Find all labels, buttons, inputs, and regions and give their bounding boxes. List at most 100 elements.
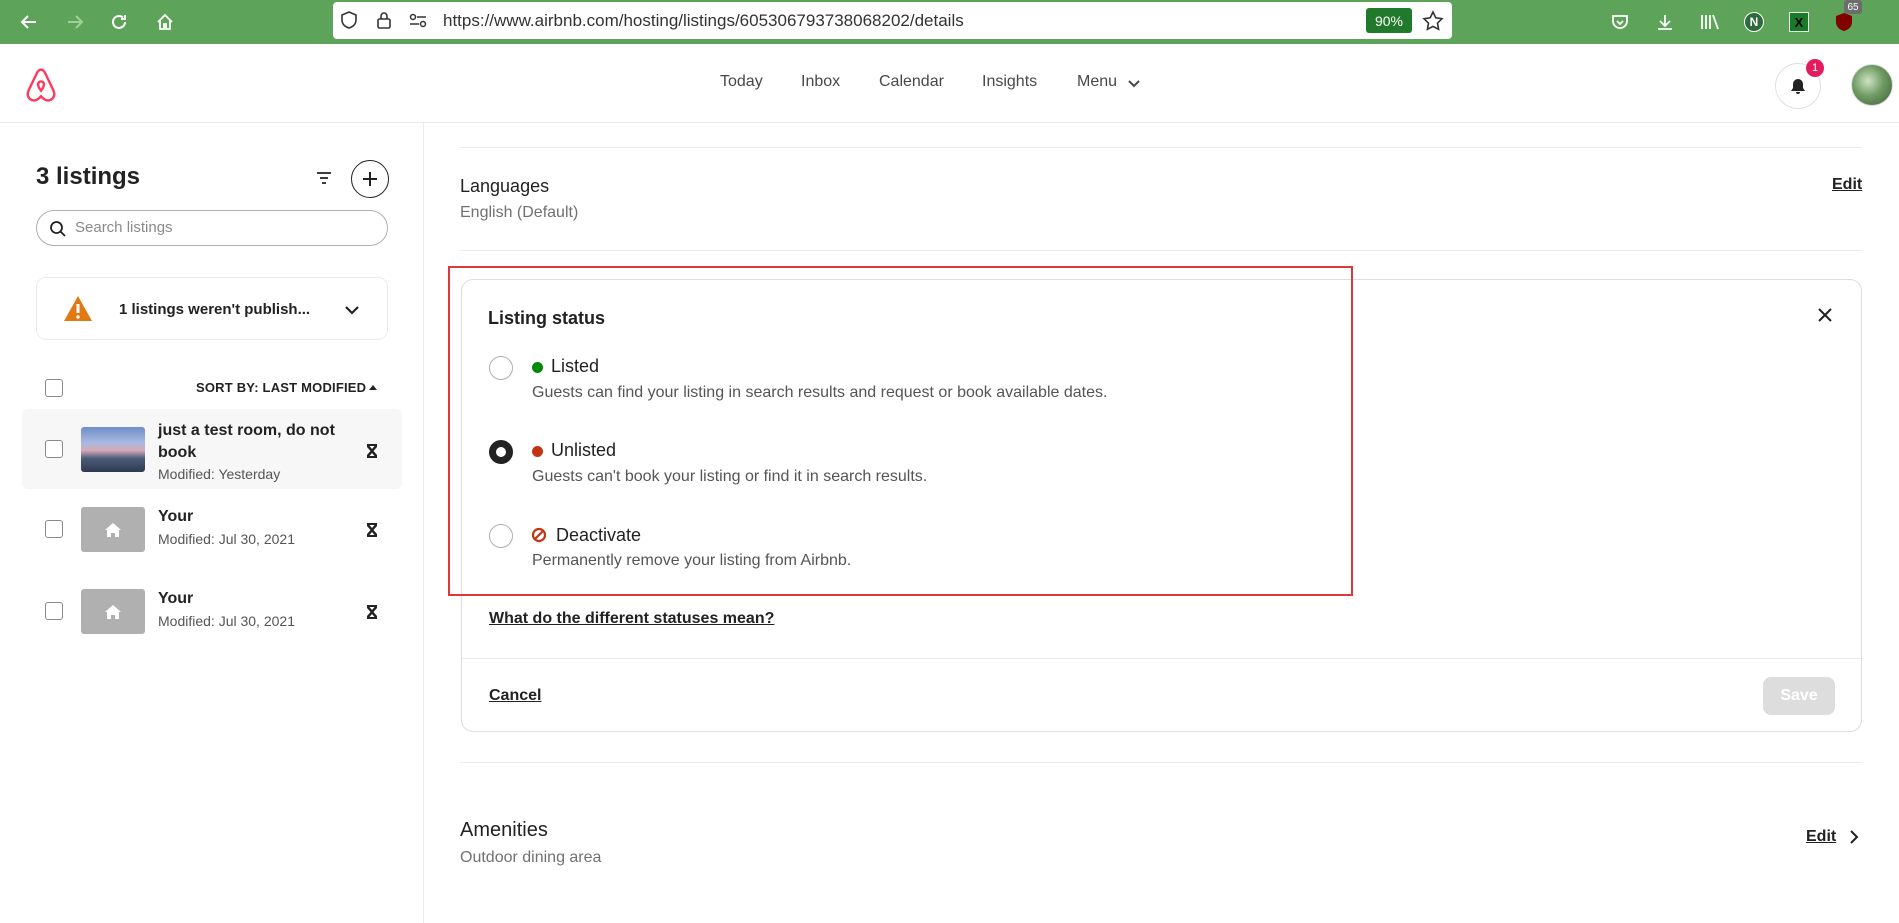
airbnb-logo-icon[interactable]	[22, 66, 60, 104]
downloads-button[interactable]	[1651, 8, 1679, 36]
statuses-help-link[interactable]: What do the different statuses mean?	[489, 610, 774, 628]
section-divider	[460, 762, 1862, 763]
amenities-title: Amenities	[460, 819, 548, 841]
zoom-level-badge[interactable]: 90%	[1366, 8, 1412, 33]
listing-thumbnail	[81, 589, 145, 634]
download-icon	[1658, 15, 1672, 30]
extension-n-button[interactable]: N	[1740, 8, 1768, 36]
add-listing-button[interactable]	[351, 160, 389, 198]
card-footer-divider	[462, 658, 1861, 659]
radio-listed[interactable]	[489, 356, 513, 380]
nav-today[interactable]: Today	[720, 73, 763, 91]
back-button[interactable]	[14, 7, 44, 37]
browser-toolbar: https://www.airbnb.com/hosting/listings/…	[0, 0, 1899, 44]
listing-modified: Modified: Jul 30, 2021	[158, 531, 295, 547]
avatar[interactable]	[1851, 64, 1893, 106]
nav-calendar[interactable]: Calendar	[879, 73, 944, 91]
hourglass-icon	[367, 523, 377, 537]
listing-thumbnail	[81, 427, 145, 472]
library-icon	[1701, 14, 1719, 30]
ublock-badge: 65	[1844, 0, 1862, 14]
url-bar[interactable]: https://www.airbnb.com/hosting/listings/…	[333, 2, 1452, 39]
nav-menu[interactable]: Menu	[1077, 73, 1117, 91]
arrow-left-icon	[20, 15, 36, 29]
warning-text: 1 listings weren't publish...	[119, 301, 311, 318]
app-header: Today Inbox Calendar Insights Menu 1	[0, 44, 1899, 123]
lock-icon	[377, 12, 391, 29]
listing-status-title: Listing status	[488, 308, 606, 328]
home-icon	[105, 604, 121, 619]
bell-icon	[1791, 79, 1805, 94]
url-text: https://www.airbnb.com/hosting/listings/…	[443, 11, 964, 30]
listing-checkbox[interactable]	[45, 520, 63, 538]
search-input[interactable]	[75, 219, 375, 236]
nav-insights[interactable]: Insights	[982, 73, 1037, 91]
listing-title-line2: book	[158, 444, 197, 461]
status-dot-listed	[532, 362, 543, 373]
ublock-icon	[1836, 13, 1852, 31]
listing-row[interactable]: Your Modified: Jul 30, 2021	[22, 489, 402, 569]
chevron-down-icon[interactable]	[1128, 79, 1140, 89]
listing-row[interactable]: just a test room, do not book Modified: …	[22, 409, 402, 489]
listing-checkbox[interactable]	[45, 440, 63, 458]
search-box[interactable]	[36, 210, 388, 246]
listing-thumbnail	[81, 507, 145, 552]
section-divider	[460, 250, 1862, 251]
option-desc-unlisted: Guests can't book your listing or find i…	[532, 468, 928, 485]
listings-sidebar: 3 listings 1 listings weren't publish...…	[0, 123, 424, 923]
section-divider	[460, 147, 1862, 148]
hourglass-icon	[367, 605, 377, 619]
sort-label[interactable]: SORT BY: LAST MODIFIED	[196, 380, 366, 395]
reload-button[interactable]	[104, 7, 134, 37]
option-desc-deactivate: Permanently remove your listing from Air…	[532, 552, 852, 569]
filter-icon[interactable]	[315, 170, 333, 186]
chevron-right-icon[interactable]	[1848, 829, 1860, 845]
chevron-down-icon[interactable]	[344, 305, 360, 316]
search-icon	[50, 221, 66, 237]
option-label-deactivate[interactable]: Deactivate	[556, 525, 641, 546]
pocket-button[interactable]	[1606, 8, 1634, 36]
listing-checkbox[interactable]	[45, 602, 63, 620]
extension-n-icon: N	[1744, 12, 1764, 32]
forward-button[interactable]	[60, 7, 90, 37]
listing-row[interactable]: Your Modified: Jul 30, 2021	[22, 571, 402, 651]
home-button[interactable]	[150, 7, 180, 37]
amenities-edit-link[interactable]: Edit	[1806, 828, 1836, 846]
languages-edit-link[interactable]: Edit	[1832, 176, 1862, 194]
listing-title: Your	[158, 508, 194, 525]
hourglass-icon	[367, 444, 377, 458]
warning-triangle-icon	[64, 296, 92, 321]
arrow-right-icon	[68, 15, 84, 29]
listings-count-title: 3 listings	[36, 163, 141, 190]
close-button[interactable]	[1813, 303, 1837, 327]
nav-inbox[interactable]: Inbox	[801, 73, 840, 91]
listing-modified: Modified: Yesterday	[158, 466, 281, 482]
ublock-button[interactable]: 65	[1830, 0, 1862, 36]
listing-title: just a test room, do not	[158, 422, 335, 439]
library-button[interactable]	[1696, 8, 1724, 36]
radio-deactivate[interactable]	[489, 524, 513, 548]
extension-x-button[interactable]: X	[1785, 8, 1813, 36]
listing-modified: Modified: Jul 30, 2021	[158, 613, 295, 629]
unpublished-warning[interactable]: 1 listings weren't publish...	[36, 277, 388, 340]
radio-unlisted[interactable]	[489, 440, 513, 464]
notification-count-badge: 1	[1806, 59, 1824, 77]
amenities-value: Outdoor dining area	[460, 849, 602, 866]
listing-title: Your	[158, 590, 194, 607]
pocket-icon	[1612, 15, 1628, 29]
extension-x-icon: X	[1789, 12, 1809, 32]
option-label-listed[interactable]: Listed	[551, 356, 599, 377]
star-icon[interactable]	[1422, 10, 1444, 32]
status-dot-unlisted	[532, 446, 543, 457]
permissions-icon	[409, 13, 427, 28]
save-button[interactable]: Save	[1763, 677, 1835, 715]
plus-icon	[363, 172, 377, 186]
prohibited-icon	[531, 527, 547, 543]
close-icon	[1818, 308, 1832, 322]
cancel-button[interactable]: Cancel	[489, 687, 541, 705]
select-all-checkbox[interactable]	[45, 379, 63, 397]
caret-up-icon[interactable]	[368, 384, 378, 391]
option-desc-listed: Guests can find your listing in search r…	[532, 384, 1108, 401]
option-label-unlisted[interactable]: Unlisted	[551, 440, 616, 461]
home-icon	[105, 522, 121, 537]
